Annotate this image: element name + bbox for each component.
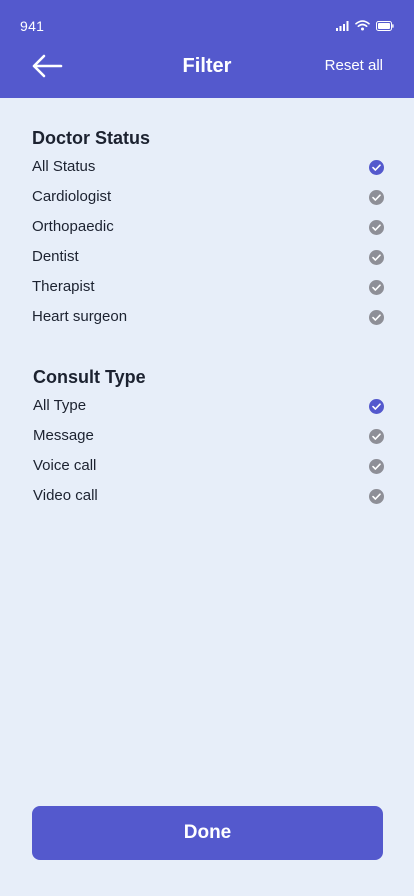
- reset-all-button[interactable]: Reset all: [325, 57, 383, 74]
- check-circle-icon[interactable]: [369, 459, 384, 474]
- status-time: 941: [20, 18, 45, 34]
- cellular-signal-icon: [336, 20, 349, 31]
- doctor-status-option[interactable]: Orthopaedic: [0, 212, 414, 242]
- check-circle-selected-icon[interactable]: [369, 399, 384, 414]
- option-label: Cardiologist: [32, 188, 112, 205]
- consult-type-option[interactable]: All Type: [0, 391, 414, 421]
- check-circle-icon[interactable]: [369, 310, 384, 325]
- option-label: Video call: [33, 487, 98, 504]
- done-button[interactable]: Done: [32, 806, 383, 860]
- check-circle-icon[interactable]: [369, 220, 384, 235]
- option-label: All Status: [32, 158, 96, 175]
- consult-type-option[interactable]: Message: [0, 421, 414, 451]
- wifi-icon: [355, 20, 370, 31]
- doctor-status-option[interactable]: All Status: [0, 152, 414, 182]
- section-title-doctor-status: Doctor Status: [32, 128, 151, 148]
- option-label: Therapist: [32, 278, 95, 295]
- doctor-status-option[interactable]: Heart surgeon: [0, 302, 414, 332]
- doctor-status-option[interactable]: Therapist: [0, 272, 414, 302]
- status-icons: [336, 20, 394, 31]
- option-label: Dentist: [32, 248, 79, 265]
- option-label: Message: [33, 427, 94, 444]
- check-circle-selected-icon[interactable]: [369, 160, 384, 175]
- battery-icon: [376, 20, 394, 31]
- doctor-status-option[interactable]: Cardiologist: [0, 182, 414, 212]
- check-circle-icon[interactable]: [369, 250, 384, 265]
- check-circle-icon[interactable]: [369, 280, 384, 295]
- check-circle-icon[interactable]: [369, 489, 384, 504]
- option-label: Orthopaedic: [32, 218, 114, 235]
- consult-type-option[interactable]: Video call: [0, 481, 414, 511]
- check-circle-icon[interactable]: [369, 190, 384, 205]
- filter-screen: 941 Filter Reset all Doctor Status All S…: [0, 0, 414, 896]
- doctor-status-option[interactable]: Dentist: [0, 242, 414, 272]
- section-title-consult-type: Consult Type: [33, 367, 146, 387]
- option-label: All Type: [33, 397, 87, 414]
- header-bar: 941 Filter Reset all: [0, 0, 414, 98]
- option-label: Heart surgeon: [32, 308, 128, 325]
- option-label: Voice call: [33, 457, 97, 474]
- consult-type-option[interactable]: Voice call: [0, 451, 414, 481]
- check-circle-icon[interactable]: [369, 429, 384, 444]
